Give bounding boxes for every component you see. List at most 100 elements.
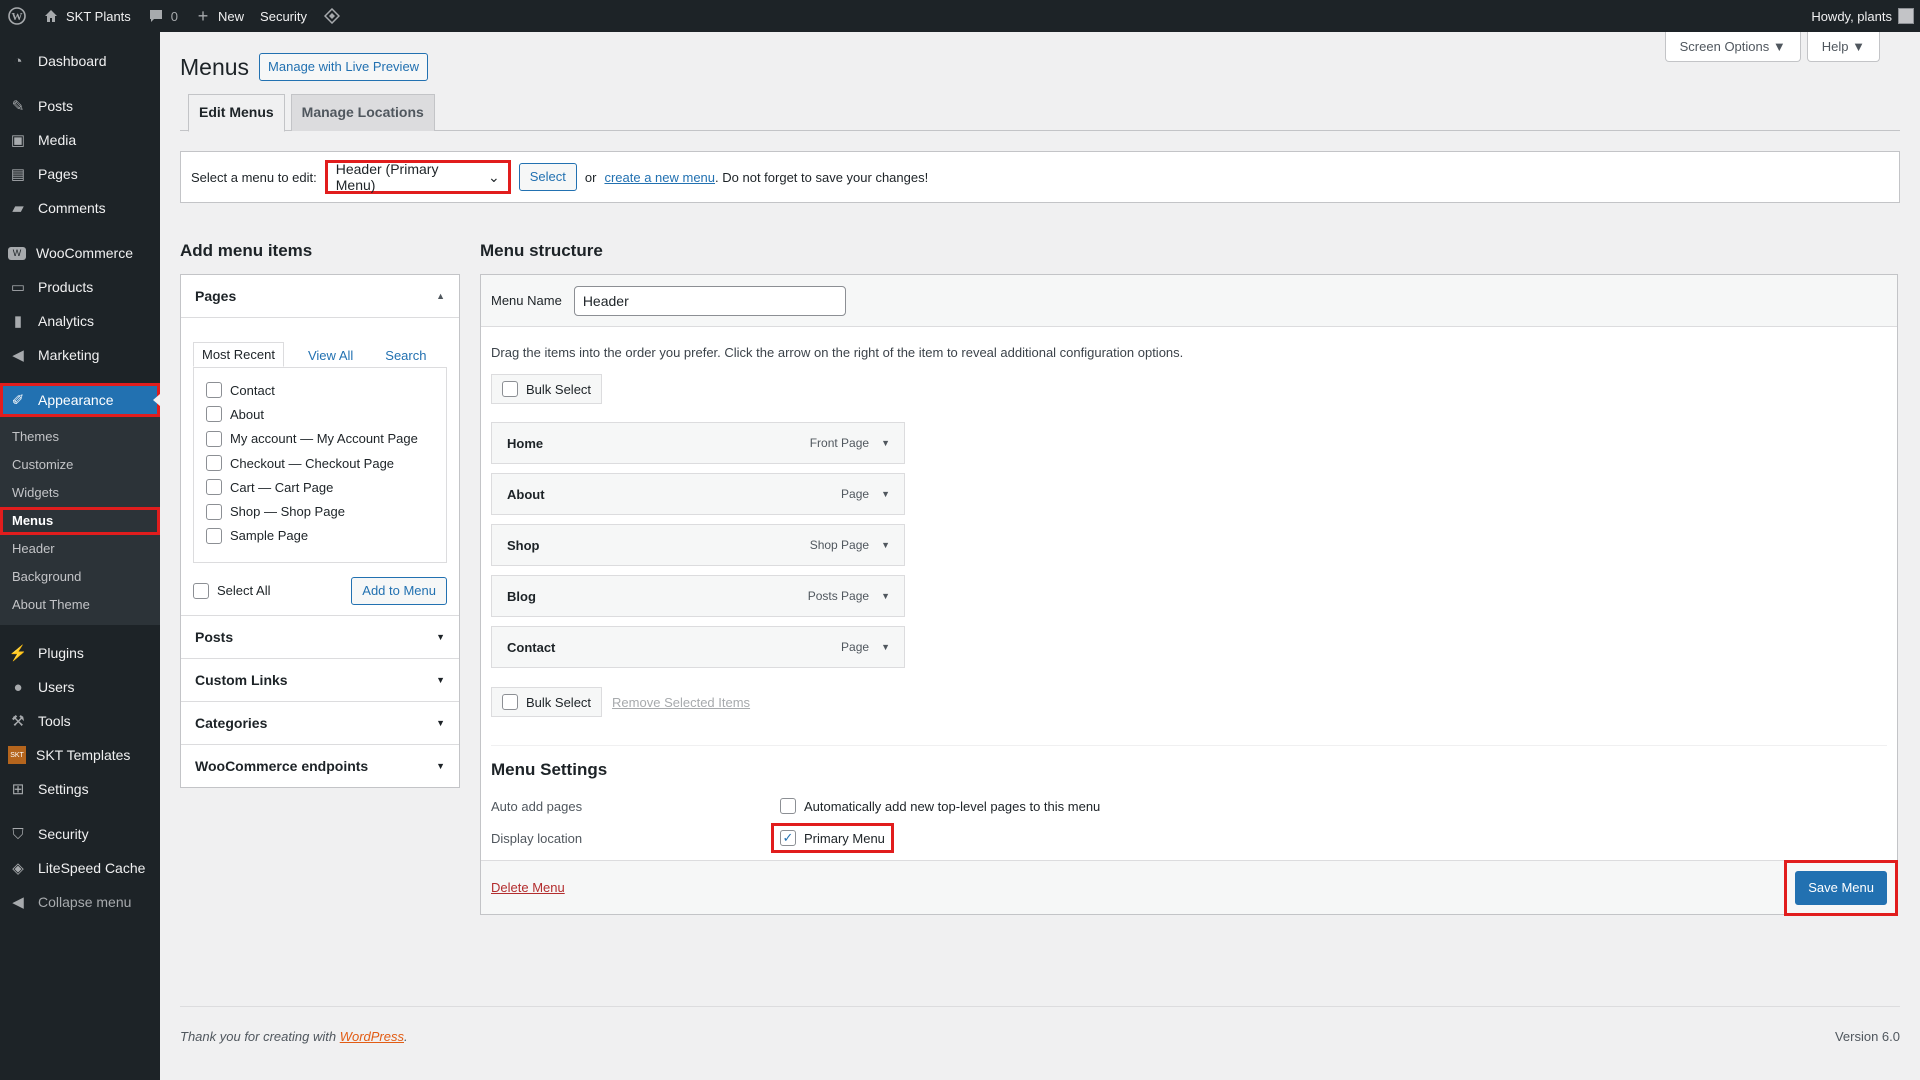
sidebar-item-appearance[interactable]: ✐ Appearance — [0, 383, 160, 417]
sidebar-item-litespeed[interactable]: ◈ LiteSpeed Cache — [0, 851, 160, 885]
select-all-checkbox[interactable] — [193, 582, 209, 599]
pages-section-header[interactable]: Pages ▲ — [181, 275, 459, 318]
select-button[interactable]: Select — [518, 163, 577, 191]
menu-name-input[interactable]: Header — [573, 285, 846, 316]
comment-icon: ▰ — [12, 200, 24, 217]
menu-item-shop[interactable]: Shop Shop Page ▼ — [491, 524, 905, 566]
menu-item-contact[interactable]: Contact Page ▼ — [491, 626, 905, 668]
primary-menu-option[interactable]: ✓ Primary Menu — [771, 823, 894, 853]
list-item[interactable]: Contact — [206, 378, 434, 402]
list-item[interactable]: Cart — Cart Page — [206, 475, 434, 499]
list-item[interactable]: My account — My Account Page — [206, 427, 434, 451]
screen-options-button[interactable]: Screen Options ▼ — [1664, 32, 1801, 62]
bulk-select-checkbox[interactable] — [502, 694, 518, 710]
bulk-select-bottom[interactable]: Bulk Select — [491, 687, 603, 717]
submenu-widgets[interactable]: Widgets — [0, 479, 160, 507]
posts-section-header[interactable]: Posts ▼ — [181, 615, 459, 658]
sidebar-item-security[interactable]: ⛉ Security — [0, 817, 160, 851]
subtab-search[interactable]: Search — [377, 344, 434, 367]
display-location-label: Display location — [491, 830, 583, 846]
caret-down-icon[interactable]: ▼ — [881, 489, 890, 499]
site-name-link[interactable]: SKT Plants — [34, 0, 139, 32]
wordpress-logo-button[interactable]: W — [0, 0, 34, 32]
menu-select-dropdown[interactable]: Header (Primary Menu) ⌄ — [324, 160, 511, 194]
select-all-row[interactable]: Select All — [193, 579, 270, 603]
menu-item-blog[interactable]: Blog Posts Page ▼ — [491, 575, 905, 617]
submenu-themes[interactable]: Themes — [0, 423, 160, 451]
page-label: Shop — Shop Page — [230, 504, 345, 520]
checkbox[interactable] — [206, 527, 222, 544]
menu-item-title: Home — [507, 435, 544, 451]
checkbox[interactable] — [206, 406, 222, 423]
tab-manage-locations[interactable]: Manage Locations — [290, 94, 435, 131]
auto-add-checkbox[interactable] — [780, 798, 796, 814]
menu-item-about[interactable]: About Page ▼ — [491, 473, 905, 515]
submenu-background[interactable]: Background — [0, 563, 160, 591]
sidebar-item-tools[interactable]: ⚒ Tools — [0, 704, 160, 738]
submenu-header[interactable]: Header — [0, 535, 160, 563]
submenu-menus[interactable]: Menus — [0, 507, 160, 535]
footer-thanks: Thank you for creating with WordPress. — [180, 1029, 408, 1044]
my-account[interactable]: Howdy, plants — [1811, 8, 1920, 24]
page-label: Checkout — Checkout Page — [230, 455, 395, 471]
sidebar-item-products[interactable]: ▭ Products — [0, 270, 160, 304]
bulk-select-checkbox[interactable] — [502, 381, 518, 397]
checkbox[interactable] — [206, 382, 222, 399]
sidebar-item-dashboard[interactable]: ◔ Dashboard — [0, 44, 160, 78]
subtab-most-recent[interactable]: Most Recent — [193, 342, 284, 367]
sidebar-item-media[interactable]: ▣ Media — [0, 123, 160, 157]
footer-thanks-text: Thank you for creating with — [180, 1029, 337, 1044]
menu-item-home[interactable]: Home Front Page ▼ — [491, 422, 905, 464]
caret-down-icon[interactable]: ▼ — [881, 540, 890, 550]
live-preview-button[interactable]: Manage with Live Preview — [259, 53, 429, 81]
submenu-about-theme[interactable]: About Theme — [0, 591, 160, 619]
woo-icon: W — [8, 246, 26, 260]
litespeed-link[interactable] — [315, 0, 349, 32]
sidebar-item-marketing[interactable]: ◀ Marketing — [0, 338, 160, 372]
sidebar-item-analytics[interactable]: ▮ Analytics — [0, 304, 160, 338]
help-button[interactable]: Help ▼ — [1806, 32, 1880, 62]
subtab-view-all[interactable]: View All — [300, 344, 361, 367]
sidebar-item-pages[interactable]: ▤ Pages — [0, 157, 160, 191]
list-item[interactable]: Sample Page — [206, 524, 434, 548]
list-item[interactable]: Shop — Shop Page — [206, 499, 434, 523]
pages-checklist: Contact About My account — My Account Pa… — [193, 367, 447, 563]
brush-icon: ✐ — [11, 392, 25, 409]
caret-down-icon[interactable]: ▼ — [881, 642, 890, 652]
sidebar-item-collapse[interactable]: ◀ Collapse menu — [0, 885, 160, 919]
woocommerce-endpoints-section-header[interactable]: WooCommerce endpoints ▼ — [181, 744, 459, 787]
checkbox[interactable] — [206, 479, 222, 496]
checkbox[interactable] — [206, 430, 222, 447]
wordpress-link[interactable]: WordPress — [340, 1029, 404, 1044]
sidebar-item-settings[interactable]: ⊞ Settings — [0, 772, 160, 806]
sidebar-item-comments[interactable]: ▰ Comments — [0, 191, 160, 225]
delete-menu-link[interactable]: Delete Menu — [491, 880, 565, 895]
caret-down-icon[interactable]: ▼ — [881, 438, 890, 448]
comments-link[interactable]: 0 — [139, 0, 186, 32]
page-label: Sample Page — [230, 528, 309, 544]
new-content-link[interactable]: + New — [186, 0, 252, 32]
save-menu-button[interactable]: Save Menu — [1795, 870, 1887, 905]
sidebar-item-skt-templates[interactable]: SKT SKT Templates — [0, 738, 160, 772]
list-item[interactable]: About — [206, 402, 434, 426]
submenu-customize[interactable]: Customize — [0, 451, 160, 479]
sidebar-item-posts[interactable]: ✎ Posts — [0, 89, 160, 123]
sidebar-item-users[interactable]: ● Users — [0, 670, 160, 704]
sidebar-item-plugins[interactable]: ⚡ Plugins — [0, 636, 160, 670]
caret-down-icon[interactable]: ▼ — [881, 591, 890, 601]
categories-section-header[interactable]: Categories ▼ — [181, 701, 459, 744]
checkbox[interactable] — [206, 455, 222, 472]
security-link[interactable]: Security — [252, 0, 315, 32]
custom-links-section-header[interactable]: Custom Links ▼ — [181, 658, 459, 701]
checkbox[interactable] — [206, 503, 222, 520]
remove-selected-link[interactable]: Remove Selected Items — [612, 695, 750, 710]
primary-menu-checkbox[interactable]: ✓ — [780, 830, 796, 846]
bulk-select-top[interactable]: Bulk Select — [491, 374, 603, 404]
tab-edit-menus[interactable]: Edit Menus — [188, 94, 285, 132]
sidebar-item-woocommerce[interactable]: W WooCommerce — [0, 236, 160, 270]
list-item[interactable]: Checkout — Checkout Page — [206, 451, 434, 475]
add-to-menu-button[interactable]: Add to Menu — [351, 577, 447, 605]
create-new-menu-link[interactable]: create a new menu — [604, 170, 715, 185]
sidebar-item-label: SKT Templates — [36, 747, 131, 763]
settings-icon: ⊞ — [11, 781, 25, 798]
